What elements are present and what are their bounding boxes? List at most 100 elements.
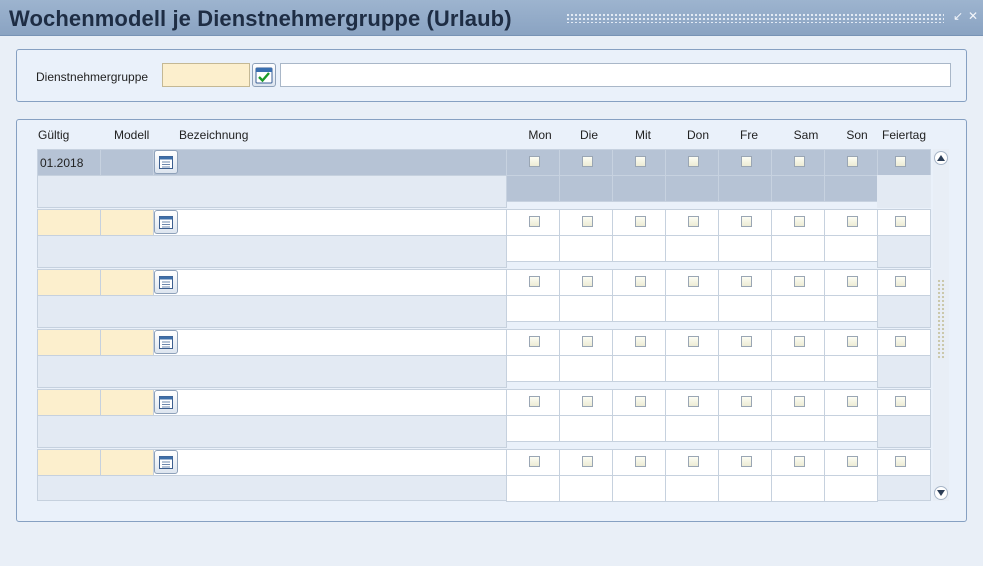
model-lookup-button[interactable]	[154, 210, 178, 234]
description-cell[interactable]	[153, 209, 507, 236]
model-cell[interactable]	[100, 269, 154, 296]
table-row[interactable]	[37, 329, 931, 388]
sunday-detail-cell[interactable]	[824, 475, 878, 502]
saturday-detail-cell[interactable]	[771, 295, 825, 322]
description-cell[interactable]	[153, 149, 507, 176]
sunday-detail-cell[interactable]	[824, 175, 878, 202]
tuesday-checkbox[interactable]	[582, 156, 593, 167]
sunday-checkbox[interactable]	[847, 156, 858, 167]
holiday-checkbox[interactable]	[895, 156, 906, 167]
monday-detail-cell[interactable]	[506, 235, 560, 262]
model-lookup-button[interactable]	[154, 270, 178, 294]
tuesday-detail-cell[interactable]	[559, 475, 613, 502]
thursday-checkbox[interactable]	[688, 336, 699, 347]
group-code-input[interactable]	[162, 63, 250, 87]
holiday-checkbox[interactable]	[895, 456, 906, 467]
sunday-detail-cell[interactable]	[824, 415, 878, 442]
holiday-checkbox[interactable]	[895, 216, 906, 227]
wednesday-checkbox[interactable]	[635, 456, 646, 467]
thursday-detail-cell[interactable]	[665, 355, 719, 382]
scroll-down-button[interactable]	[934, 486, 948, 500]
friday-detail-cell[interactable]	[718, 295, 772, 322]
valid-cell[interactable]: 01.2018	[37, 149, 101, 176]
friday-detail-cell[interactable]	[718, 235, 772, 262]
table-row[interactable]	[37, 449, 931, 502]
model-lookup-button[interactable]	[154, 390, 178, 414]
monday-checkbox[interactable]	[529, 456, 540, 467]
scroll-up-button[interactable]	[934, 151, 948, 165]
monday-detail-cell[interactable]	[506, 295, 560, 322]
thursday-checkbox[interactable]	[688, 276, 699, 287]
monday-checkbox[interactable]	[529, 276, 540, 287]
scroll-thumb-grip[interactable]	[937, 279, 945, 359]
saturday-detail-cell[interactable]	[771, 475, 825, 502]
monday-detail-cell[interactable]	[506, 175, 560, 202]
wednesday-checkbox[interactable]	[635, 156, 646, 167]
tuesday-detail-cell[interactable]	[559, 235, 613, 262]
friday-detail-cell[interactable]	[718, 415, 772, 442]
sunday-checkbox[interactable]	[847, 456, 858, 467]
sunday-checkbox[interactable]	[847, 276, 858, 287]
wednesday-detail-cell[interactable]	[612, 475, 666, 502]
valid-cell[interactable]	[37, 209, 101, 236]
wednesday-checkbox[interactable]	[635, 336, 646, 347]
tuesday-checkbox[interactable]	[582, 276, 593, 287]
monday-checkbox[interactable]	[529, 396, 540, 407]
table-row[interactable]: 01.2018	[37, 149, 931, 208]
sunday-checkbox[interactable]	[847, 216, 858, 227]
tuesday-checkbox[interactable]	[582, 396, 593, 407]
friday-detail-cell[interactable]	[718, 475, 772, 502]
minimize-icon[interactable]: ↙	[951, 9, 965, 23]
thursday-checkbox[interactable]	[688, 156, 699, 167]
group-name-field[interactable]	[280, 63, 951, 87]
wednesday-detail-cell[interactable]	[612, 415, 666, 442]
table-row[interactable]	[37, 269, 931, 328]
saturday-checkbox[interactable]	[794, 456, 805, 467]
tuesday-detail-cell[interactable]	[559, 175, 613, 202]
saturday-detail-cell[interactable]	[771, 415, 825, 442]
thursday-detail-cell[interactable]	[665, 295, 719, 322]
wednesday-detail-cell[interactable]	[612, 235, 666, 262]
saturday-detail-cell[interactable]	[771, 355, 825, 382]
table-scrollbar[interactable]	[933, 149, 949, 501]
saturday-checkbox[interactable]	[794, 216, 805, 227]
holiday-checkbox[interactable]	[895, 276, 906, 287]
friday-checkbox[interactable]	[741, 396, 752, 407]
holiday-checkbox[interactable]	[895, 396, 906, 407]
thursday-checkbox[interactable]	[688, 396, 699, 407]
tuesday-checkbox[interactable]	[582, 336, 593, 347]
tuesday-detail-cell[interactable]	[559, 295, 613, 322]
model-lookup-button[interactable]	[154, 330, 178, 354]
valid-cell[interactable]	[37, 389, 101, 416]
model-cell[interactable]	[100, 149, 154, 176]
saturday-detail-cell[interactable]	[771, 235, 825, 262]
monday-detail-cell[interactable]	[506, 475, 560, 502]
saturday-detail-cell[interactable]	[771, 175, 825, 202]
holiday-checkbox[interactable]	[895, 336, 906, 347]
tuesday-checkbox[interactable]	[582, 456, 593, 467]
wednesday-detail-cell[interactable]	[612, 355, 666, 382]
description-cell[interactable]	[153, 329, 507, 356]
valid-cell[interactable]	[37, 329, 101, 356]
saturday-checkbox[interactable]	[794, 396, 805, 407]
table-row[interactable]	[37, 209, 931, 268]
saturday-checkbox[interactable]	[794, 276, 805, 287]
model-cell[interactable]	[100, 329, 154, 356]
close-icon[interactable]: ✕	[966, 9, 980, 23]
friday-checkbox[interactable]	[741, 276, 752, 287]
sunday-checkbox[interactable]	[847, 396, 858, 407]
monday-detail-cell[interactable]	[506, 355, 560, 382]
thursday-detail-cell[interactable]	[665, 475, 719, 502]
monday-checkbox[interactable]	[529, 156, 540, 167]
thursday-detail-cell[interactable]	[665, 175, 719, 202]
thursday-detail-cell[interactable]	[665, 235, 719, 262]
sunday-detail-cell[interactable]	[824, 355, 878, 382]
saturday-checkbox[interactable]	[794, 336, 805, 347]
monday-detail-cell[interactable]	[506, 415, 560, 442]
valid-cell[interactable]	[37, 449, 101, 476]
sunday-detail-cell[interactable]	[824, 235, 878, 262]
wednesday-checkbox[interactable]	[635, 276, 646, 287]
description-cell[interactable]	[153, 269, 507, 296]
sunday-checkbox[interactable]	[847, 336, 858, 347]
description-cell[interactable]	[153, 449, 507, 476]
